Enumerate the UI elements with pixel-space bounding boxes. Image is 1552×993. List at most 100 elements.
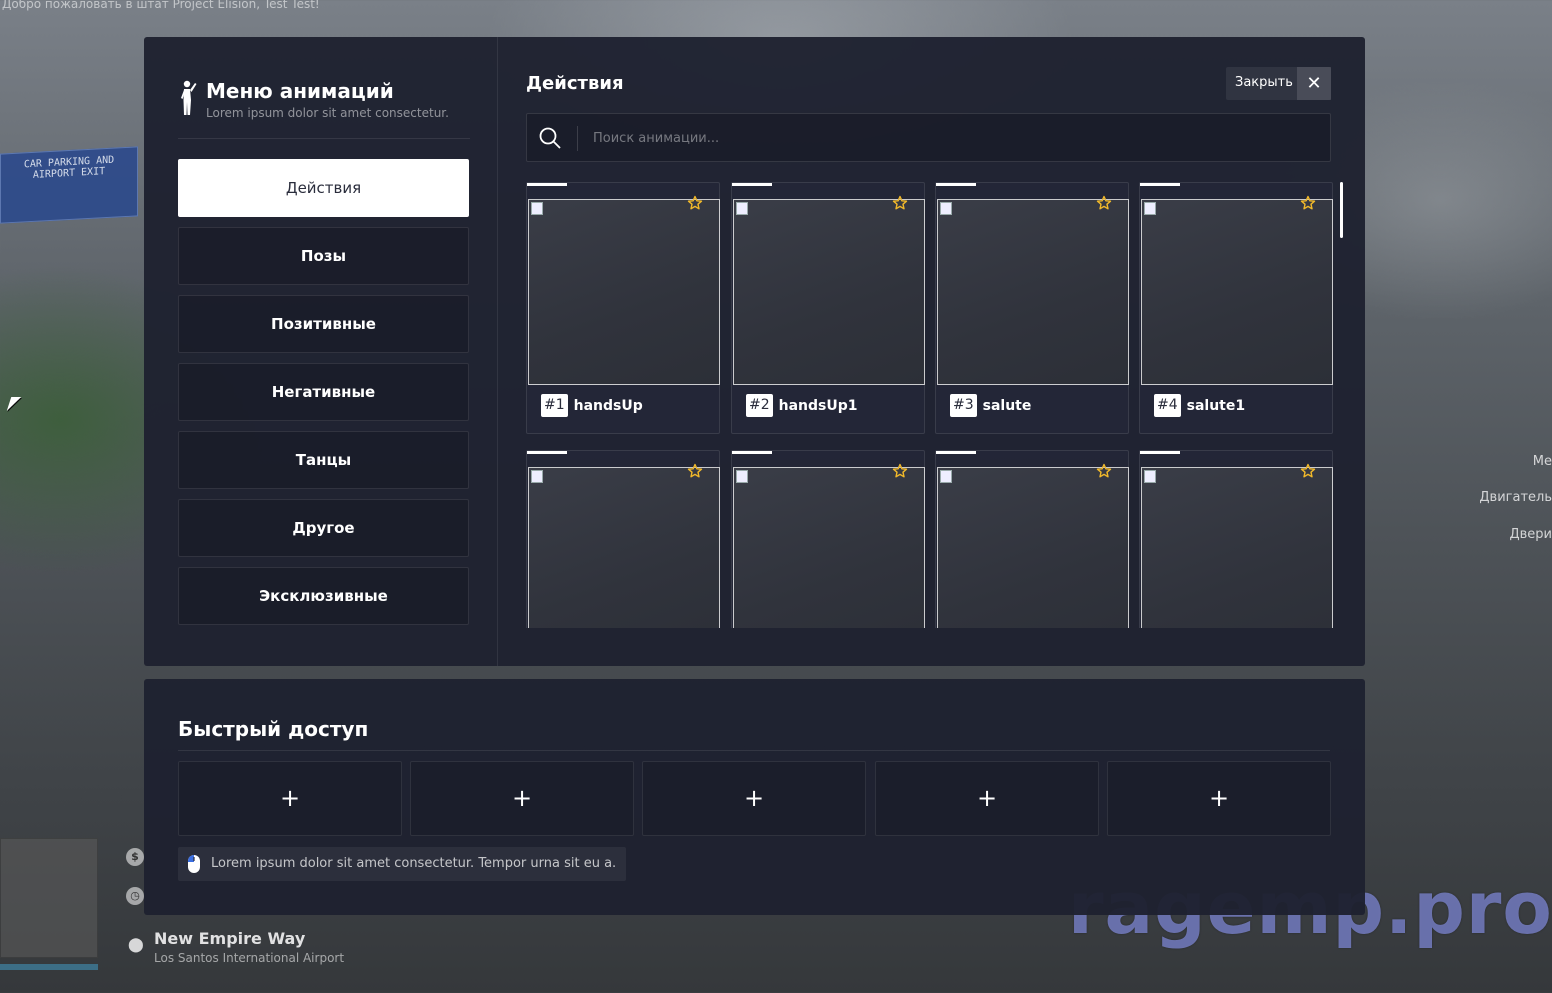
- broken-image-icon: [1144, 470, 1156, 483]
- card-footer: #2 handsUp1: [746, 394, 858, 418]
- search-separator: [577, 126, 578, 151]
- menu-subtitle: Lorem ipsum dolor sit amet consectetur.: [206, 106, 449, 120]
- animation-card[interactable]: [526, 450, 720, 628]
- quick-access-title: Быстрый доступ: [178, 717, 369, 741]
- category-actions[interactable]: Действия: [178, 159, 469, 217]
- broken-image-icon: [531, 202, 543, 215]
- background-welcome-text: Добро пожаловать в штат Project Elision,…: [2, 0, 320, 11]
- quick-slot-add-button[interactable]: +: [875, 761, 1099, 836]
- quick-slot-add-button[interactable]: +: [642, 761, 866, 836]
- background-parking-sign: CAR PARKING AND AIRPORT EXIT: [0, 146, 138, 224]
- favorite-star-icon[interactable]: [1300, 195, 1316, 211]
- animation-name: salute: [982, 397, 1032, 414]
- category-dances[interactable]: Танцы: [178, 431, 469, 489]
- card-indicator: [732, 183, 772, 186]
- animation-preview-image: [1141, 467, 1333, 628]
- animation-card[interactable]: #2 handsUp1: [731, 182, 925, 434]
- hud-label-engine: Двигатель: [1479, 490, 1552, 505]
- animation-card[interactable]: #4 salute1: [1139, 182, 1333, 434]
- clock-icon: ◷: [126, 887, 144, 905]
- card-indicator: [1140, 183, 1180, 186]
- minimap: [0, 838, 98, 958]
- money-icon: $: [126, 848, 144, 866]
- mouse-cursor-icon: [6, 397, 22, 411]
- close-button-label: Закрыть: [1235, 75, 1293, 90]
- card-indicator: [732, 451, 772, 454]
- animation-name: handsUp1: [778, 397, 858, 414]
- quick-access-panel: Быстрый доступ + + + + + Lorem ipsum dol…: [144, 679, 1365, 915]
- category-negative[interactable]: Негативные: [178, 363, 469, 421]
- favorite-star-icon[interactable]: [687, 463, 703, 479]
- animation-preview-image: [1141, 199, 1333, 385]
- animation-number-badge: #3: [950, 394, 977, 417]
- mouse-icon: [188, 855, 200, 873]
- animation-menu-panel: Меню анимаций Lorem ipsum dolor sit amet…: [144, 37, 1365, 666]
- category-exclusive[interactable]: Эксклюзивные: [178, 567, 469, 625]
- minimap-health-bar: [0, 964, 98, 970]
- animation-card[interactable]: [935, 450, 1129, 628]
- card-indicator: [936, 451, 976, 454]
- favorite-star-icon[interactable]: [892, 463, 908, 479]
- favorite-star-icon[interactable]: [892, 195, 908, 211]
- quick-slot-add-button[interactable]: +: [178, 761, 402, 836]
- quick-slot-add-button[interactable]: +: [1107, 761, 1331, 836]
- animation-name: handsUp: [573, 397, 643, 414]
- card-indicator: [936, 183, 976, 186]
- card-indicator: [527, 183, 567, 186]
- card-indicator: [1140, 451, 1180, 454]
- animation-grid: #1 handsUp #2 handsUp1 #3 salute #4 salu…: [526, 182, 1344, 628]
- category-positive[interactable]: Позитивные: [178, 295, 469, 353]
- animation-preview-image: [733, 467, 925, 628]
- quick-access-hint-text: Lorem ipsum dolor sit amet consectetur. …: [211, 856, 617, 871]
- person-gesture-icon: [181, 80, 197, 115]
- broken-image-icon: [1144, 202, 1156, 215]
- category-list: Действия Позы Позитивные Негативные Танц…: [178, 159, 469, 635]
- animation-number-badge: #4: [1154, 394, 1181, 417]
- broken-image-icon: [736, 470, 748, 483]
- card-footer: #3 salute: [950, 394, 1031, 418]
- animation-number-badge: #2: [746, 394, 773, 417]
- quick-access-divider: [178, 750, 1330, 751]
- broken-image-icon: [940, 470, 952, 483]
- location-display: ⬤ New Empire Way Los Santos Internationa…: [128, 929, 344, 965]
- card-footer: #4 salute1: [1154, 394, 1245, 418]
- grid-scrollbar[interactable]: [1340, 182, 1343, 238]
- animation-number-badge: #1: [541, 394, 568, 417]
- hud-label-me: Ме: [1532, 454, 1552, 469]
- animation-card[interactable]: [731, 450, 925, 628]
- animation-content: Действия Закрыть ✕ #1 handsUp: [526, 37, 1365, 666]
- location-area: Los Santos International Airport: [154, 951, 345, 965]
- hud-label-doors: Двери: [1509, 527, 1552, 542]
- favorite-star-icon[interactable]: [1096, 463, 1112, 479]
- favorite-star-icon[interactable]: [1096, 195, 1112, 211]
- favorite-star-icon[interactable]: [687, 195, 703, 211]
- animation-card[interactable]: #1 handsUp: [526, 182, 720, 434]
- menu-header: Меню анимаций Lorem ipsum dolor sit amet…: [178, 79, 470, 139]
- quick-access-hint: Lorem ipsum dolor sit amet consectetur. …: [178, 847, 627, 881]
- category-other[interactable]: Другое: [178, 499, 469, 557]
- card-indicator: [527, 451, 567, 454]
- favorite-star-icon[interactable]: [1300, 463, 1316, 479]
- broken-image-icon: [736, 202, 748, 215]
- animation-preview-image: [937, 467, 1129, 628]
- search-input[interactable]: [593, 126, 1313, 151]
- close-icon: ✕: [1297, 67, 1331, 100]
- animation-preview-image: [733, 199, 925, 385]
- sidebar: Меню анимаций Lorem ipsum dolor sit amet…: [144, 37, 498, 666]
- animation-preview-image: [937, 199, 1129, 385]
- menu-title: Меню анимаций: [206, 79, 394, 103]
- search-box: [526, 113, 1331, 162]
- close-button[interactable]: Закрыть ✕: [1226, 67, 1331, 100]
- broken-image-icon: [940, 202, 952, 215]
- animation-preview-image: [528, 467, 720, 628]
- broken-image-icon: [531, 470, 543, 483]
- animation-card[interactable]: [1139, 450, 1333, 628]
- category-poses[interactable]: Позы: [178, 227, 469, 285]
- location-pin-icon: ⬤: [128, 937, 144, 953]
- search-icon: [539, 127, 561, 149]
- quick-slot-add-button[interactable]: +: [410, 761, 634, 836]
- animation-preview-image: [528, 199, 720, 385]
- animation-card[interactable]: #3 salute: [935, 182, 1129, 434]
- card-footer: #1 handsUp: [541, 394, 643, 418]
- content-title: Действия: [526, 73, 624, 94]
